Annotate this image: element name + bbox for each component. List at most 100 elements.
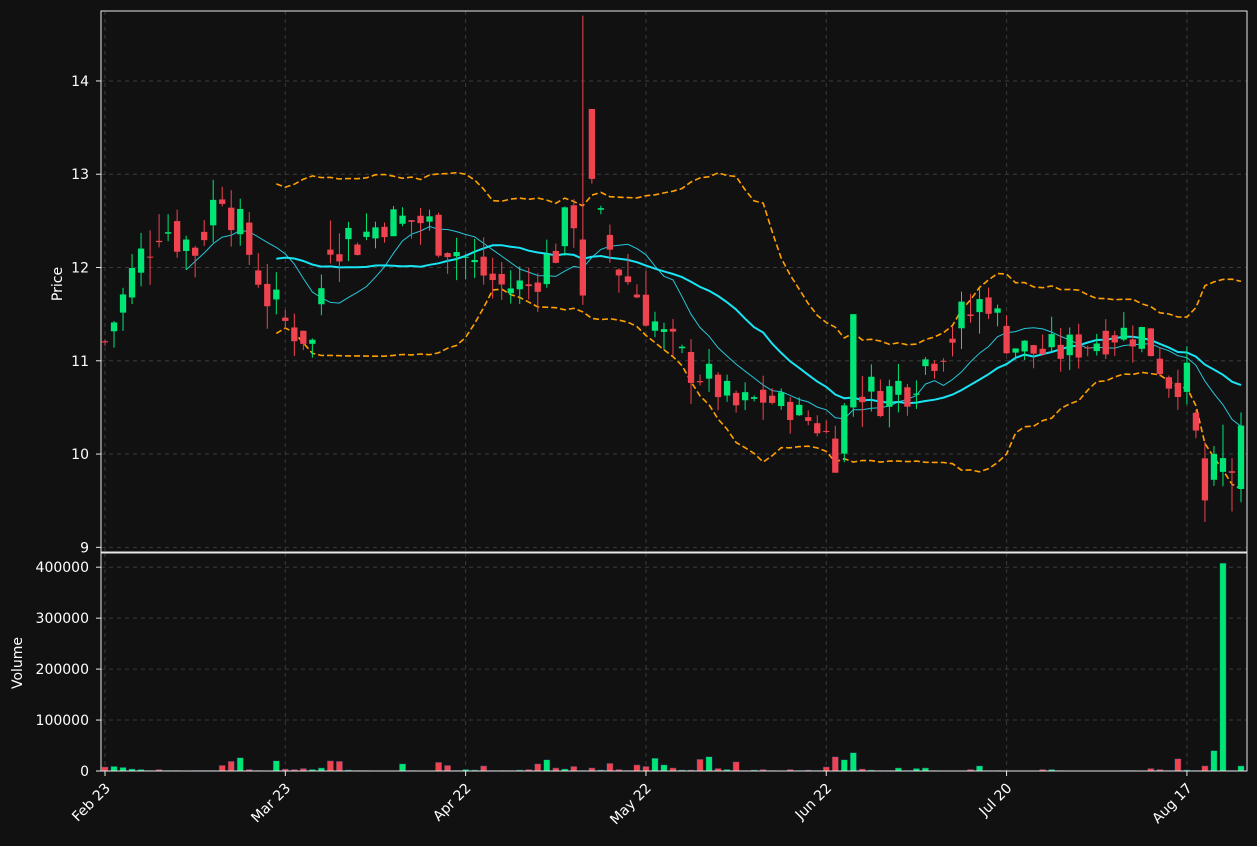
volume-bar: [642, 766, 650, 772]
chart-canvas: 9 10 11 12 13 14 0 100000 200000 300000 400000 Fe…: [10, 10, 1248, 828]
volume-tick-label: 200000: [36, 662, 89, 678]
candle: [1138, 326, 1145, 353]
price-axis-label: Price: [50, 267, 66, 301]
candle-body: [624, 276, 632, 283]
candle-body: [246, 222, 253, 255]
candle-body: [354, 244, 361, 255]
volume-tick-label: 300000: [36, 611, 89, 627]
candle-body: [525, 284, 532, 287]
candle-body: [651, 321, 659, 331]
candle-body: [660, 329, 668, 332]
candle-body: [1138, 327, 1145, 349]
candle-body: [146, 256, 154, 258]
candle-body: [606, 234, 614, 250]
volume-bar: [570, 766, 578, 772]
candle-body: [1237, 425, 1245, 489]
candle-body: [976, 299, 983, 313]
candle-body: [796, 404, 803, 416]
candle-body: [1084, 347, 1091, 349]
candle-body: [192, 247, 199, 256]
candle-body: [381, 226, 388, 238]
volume-bar: [272, 760, 280, 772]
candle-body: [1165, 377, 1173, 389]
candle-body: [399, 215, 406, 224]
price-tick-label: 13: [71, 167, 89, 183]
x-tick-label: Mar 23: [248, 781, 294, 827]
x-tick-label: Apr 22: [430, 781, 474, 825]
volume-bar: [606, 763, 614, 772]
volume-bar: [651, 758, 659, 772]
volume-bar: [1201, 765, 1209, 772]
volume-bar: [110, 766, 118, 772]
candle-body: [489, 273, 496, 281]
candle-body: [769, 395, 776, 403]
candle-body: [696, 381, 704, 383]
candle-body: [1057, 344, 1064, 359]
candle-body: [110, 322, 118, 332]
volume-bar: [840, 759, 848, 772]
price-panel: 9 10 11 12 13 14: [71, 10, 1248, 556]
candle-body: [750, 397, 758, 399]
candle-body: [732, 392, 740, 406]
candle-body: [543, 254, 550, 285]
candle-body: [778, 392, 785, 407]
candle-body: [1120, 327, 1127, 340]
candle-body: [859, 396, 866, 403]
volume-bar: [633, 764, 641, 772]
candle-body: [1066, 334, 1073, 356]
price-tick-label: 14: [71, 74, 89, 90]
candle-body: [895, 380, 902, 395]
candle-body: [877, 390, 884, 417]
x-tick-label: Feb 23: [69, 781, 114, 826]
candle-body: [967, 314, 974, 317]
candle-body: [498, 273, 505, 285]
volume-bar: [1174, 758, 1182, 772]
candle-body: [678, 346, 686, 349]
candle-body: [291, 327, 298, 342]
candle-body: [1030, 345, 1037, 354]
price-tick-label: 10: [71, 447, 89, 463]
volume-bar: [119, 767, 127, 772]
candle-body: [814, 423, 821, 434]
candle-body: [579, 239, 586, 296]
candle-body: [642, 294, 650, 326]
candle-body: [480, 256, 487, 276]
candle-body: [741, 392, 749, 401]
candle-body: [1219, 458, 1227, 472]
volume-bar: [1219, 562, 1227, 772]
volume-bar: [236, 757, 244, 772]
volume-bar: [1210, 750, 1218, 772]
candle-body: [687, 351, 695, 383]
volume-tick-label: 0: [80, 764, 89, 780]
candle-body: [570, 205, 577, 229]
candle-body: [273, 289, 280, 300]
candle-body: [255, 270, 262, 285]
price-tick-label: 12: [71, 261, 89, 277]
candle-body: [137, 248, 145, 273]
volume-panel: 0 100000 200000 300000 400000: [36, 552, 1248, 780]
candle-body: [1012, 348, 1019, 353]
volume-bar: [705, 756, 713, 772]
x-axis: Feb 23 Mar 23 Apr 22 May 22 Jun 22 Jul 20 Aug …: [69, 771, 1196, 828]
candle-body: [994, 308, 1001, 313]
volume-bar: [435, 762, 442, 772]
candle-body: [1093, 343, 1100, 352]
price-tick-label: 11: [71, 354, 89, 370]
candle-body: [1111, 335, 1118, 343]
volume-axis-label: Volume: [10, 637, 26, 689]
candle-body: [1174, 382, 1182, 397]
candle-body: [985, 297, 992, 314]
volume-bar: [227, 761, 235, 772]
candle-body: [1048, 334, 1055, 348]
volume-bar: [831, 756, 839, 772]
volume-tick-label: 400000: [36, 560, 89, 576]
volume-bar: [660, 764, 668, 772]
candle-body: [534, 282, 541, 292]
candle-body: [1147, 328, 1154, 357]
candle-body: [228, 207, 235, 231]
candle-body: [101, 341, 109, 343]
volume-plot-area: [101, 553, 1247, 771]
candle-body: [868, 376, 875, 392]
volume-bar: [218, 765, 226, 772]
candle-body: [913, 393, 920, 395]
